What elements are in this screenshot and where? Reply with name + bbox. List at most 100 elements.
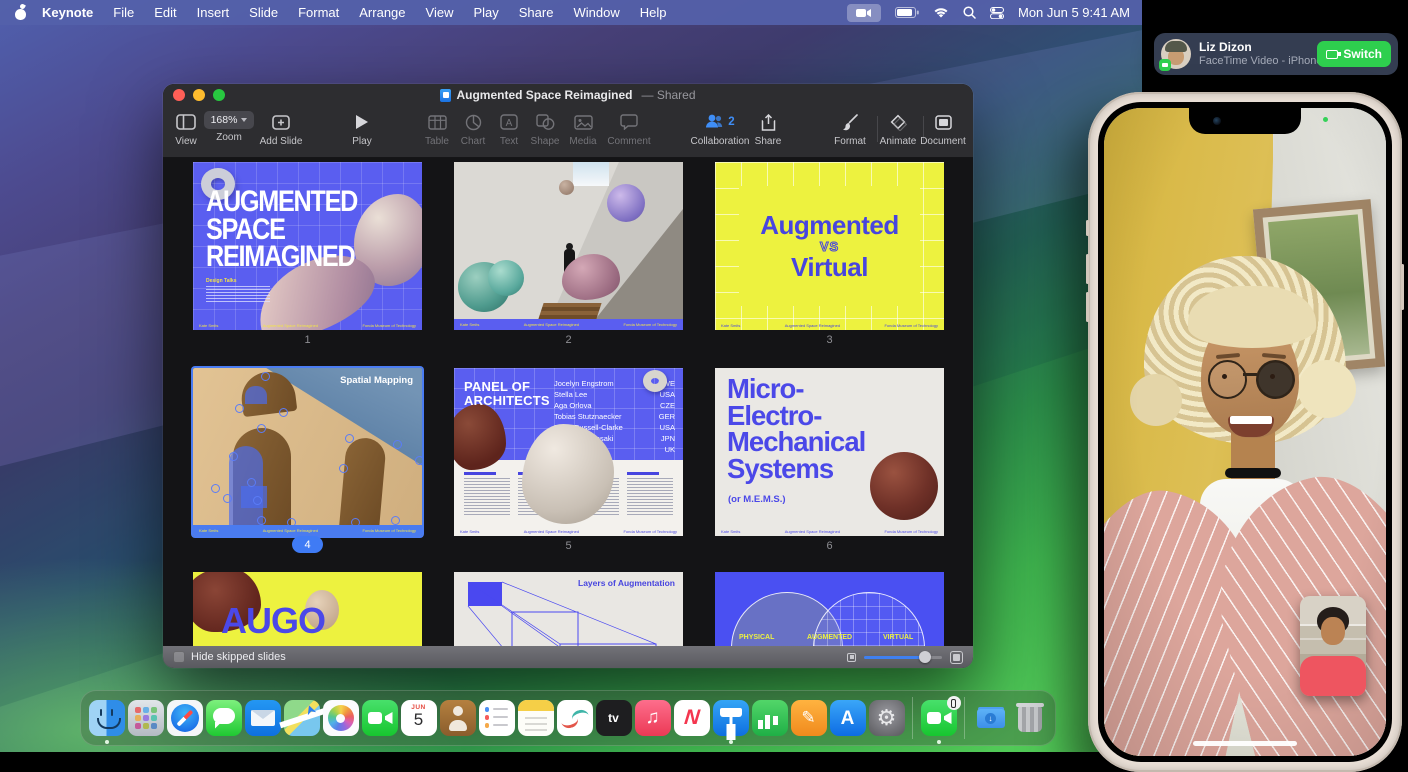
menu-window[interactable]: Window xyxy=(563,5,629,20)
switch-button[interactable]: Switch xyxy=(1317,41,1391,67)
zoom-window-button[interactable] xyxy=(213,89,225,101)
menu-file[interactable]: File xyxy=(103,5,144,20)
menu-app-name[interactable]: Keynote xyxy=(32,5,103,20)
dock-numbers-icon[interactable] xyxy=(752,700,788,736)
screenshot-stage: Keynote File Edit Insert Slide Format Ar… xyxy=(0,0,1408,772)
menu-edit[interactable]: Edit xyxy=(144,5,186,20)
slider-thumb[interactable] xyxy=(919,651,931,663)
dock-tv-icon[interactable]: tv xyxy=(596,700,632,736)
add-slide-button[interactable]: Add Slide xyxy=(242,111,320,147)
control-center-icon[interactable] xyxy=(990,7,1004,19)
small-thumbnails-icon[interactable] xyxy=(847,653,856,662)
dock-contacts-icon[interactable] xyxy=(440,700,476,736)
dock-maps-icon[interactable] xyxy=(284,700,320,736)
menu-help[interactable]: Help xyxy=(630,5,677,20)
menu-bar: Keynote File Edit Insert Slide Format Ar… xyxy=(0,0,1142,25)
share-button[interactable]: Share xyxy=(729,111,807,147)
dock-music-icon[interactable] xyxy=(635,700,671,736)
dock-mail-icon[interactable] xyxy=(245,700,281,736)
teal-blob-3d-2 xyxy=(488,260,524,296)
slide-thumbnail-7[interactable]: AUGO xyxy=(193,572,422,646)
facetime-handoff-notification[interactable]: Liz Dizon FaceTime Video - iPhone › Swit… xyxy=(1154,33,1398,75)
home-indicator[interactable] xyxy=(1193,741,1297,746)
slide-thumbnail-6[interactable]: Micro- Electro- Mechanical Systems (or M… xyxy=(715,368,944,536)
dock-freeform-icon[interactable] xyxy=(557,700,593,736)
slide1-paragraph xyxy=(206,286,270,304)
hide-skipped-label: Hide skipped slides xyxy=(191,651,286,663)
brown-sphere-3d xyxy=(870,452,938,520)
menu-share[interactable]: Share xyxy=(509,5,564,20)
slide-thumbnail-4-selected[interactable]: Spatial Mapping Kate SmitsAugmented Spac… xyxy=(193,368,422,536)
wifi-icon[interactable] xyxy=(933,7,949,19)
pip-red-shirt xyxy=(1300,656,1366,696)
dock-reminders-icon[interactable] xyxy=(479,700,515,736)
slide-thumbnail-8[interactable]: Layers of Augmentation xyxy=(454,572,683,646)
hide-skipped-checkbox[interactable] xyxy=(173,651,185,663)
menu-view[interactable]: View xyxy=(416,5,464,20)
dock-notes-icon[interactable] xyxy=(518,700,554,736)
slide1-kicker: Design Talks xyxy=(206,278,236,284)
slide3-line2: Virtual xyxy=(791,254,868,281)
dock-news-icon[interactable] xyxy=(674,700,710,736)
thumbnail-size-slider[interactable] xyxy=(864,651,942,663)
dock-keynote-icon[interactable] xyxy=(713,700,749,736)
running-indicator xyxy=(937,740,941,744)
search-icon[interactable] xyxy=(963,6,976,19)
dock-calendar-icon[interactable]: JUN 5 xyxy=(401,700,437,736)
small-torus-3d xyxy=(643,370,667,392)
dock-appstore-icon[interactable] xyxy=(830,700,866,736)
slide3-line1: Augmented xyxy=(760,212,899,239)
play-icon xyxy=(355,111,369,133)
dock-finder-icon[interactable] xyxy=(89,700,125,736)
toolbar: View 168% Zoom Add Slide Play xyxy=(163,106,973,158)
iphone-screen xyxy=(1098,102,1392,762)
battery-icon[interactable] xyxy=(895,7,919,18)
document-button[interactable]: Document xyxy=(904,111,973,147)
minimize-button[interactable] xyxy=(193,89,205,101)
close-button[interactable] xyxy=(173,89,185,101)
window-titlebar[interactable]: Augmented Space Reimagined — Shared xyxy=(163,84,973,106)
dock-safari-icon[interactable] xyxy=(167,700,203,736)
dock-trash-icon[interactable] xyxy=(1012,700,1048,736)
menu-arrange[interactable]: Arrange xyxy=(349,5,415,20)
window-title: Augmented Space Reimagined xyxy=(456,88,632,102)
document-icon xyxy=(440,89,451,102)
iphone-badge-icon xyxy=(947,696,961,710)
share-icon xyxy=(761,111,776,133)
play-button[interactable]: Play xyxy=(323,111,401,147)
comment-button[interactable]: Comment xyxy=(590,111,668,147)
apple-menu-icon[interactable] xyxy=(10,3,32,23)
slide-thumbnail-5[interactable]: PANEL OF ARCHITECTS Jocelyn EngstromSWE … xyxy=(454,368,683,536)
camera-active-dot xyxy=(1323,117,1328,122)
comment-icon xyxy=(620,111,638,133)
menu-insert[interactable]: Insert xyxy=(187,5,240,20)
selected-slide-number-badge: 4 xyxy=(292,536,323,553)
slide6-subtitle: (or M.E.M.S.) xyxy=(728,494,786,505)
video-camera-status-icon[interactable] xyxy=(847,4,881,22)
dock-downloads-icon[interactable] xyxy=(973,700,1009,736)
dock-divider xyxy=(912,697,913,739)
slide-thumbnail-9[interactable]: PHYSICAL AUGMENTED VIRTUAL xyxy=(715,572,944,646)
dock-messages-icon[interactable] xyxy=(206,700,242,736)
slide-thumbnail-3[interactable]: Augmented VS Virtual Kate SmitsAugmented… xyxy=(715,162,944,330)
slide-footer: Kate SmitsAugmented Space ReimaginedFond… xyxy=(193,525,422,536)
dock-facetime-iphone-icon[interactable] xyxy=(921,700,957,736)
dock-pages-icon[interactable] xyxy=(791,700,827,736)
large-thumbnails-icon[interactable] xyxy=(950,651,963,664)
dock-settings-icon[interactable] xyxy=(869,700,905,736)
dock-photos-icon[interactable] xyxy=(323,700,359,736)
document-panel-icon xyxy=(935,111,952,133)
menu-play[interactable]: Play xyxy=(463,5,508,20)
slide-thumbnail-1[interactable]: AUGMENTED SPACE REIMAGINED Design Talks … xyxy=(193,162,422,330)
venn-label: PHYSICAL xyxy=(739,634,774,641)
menu-bar-clock[interactable]: Mon Jun 5 9:41 AM xyxy=(1018,5,1130,20)
slide-number: 1 xyxy=(193,334,422,346)
slide-number: 2 xyxy=(454,334,683,346)
dock-facetime-icon[interactable] xyxy=(362,700,398,736)
dock-launchpad-icon[interactable] xyxy=(128,700,164,736)
menu-format[interactable]: Format xyxy=(288,5,349,20)
collaboration-icon xyxy=(705,113,723,132)
slide-thumbnail-2[interactable]: Kate SmitsAugmented Space ReimaginedFond… xyxy=(454,162,683,330)
picture-in-picture[interactable] xyxy=(1300,596,1366,696)
menu-slide[interactable]: Slide xyxy=(239,5,288,20)
